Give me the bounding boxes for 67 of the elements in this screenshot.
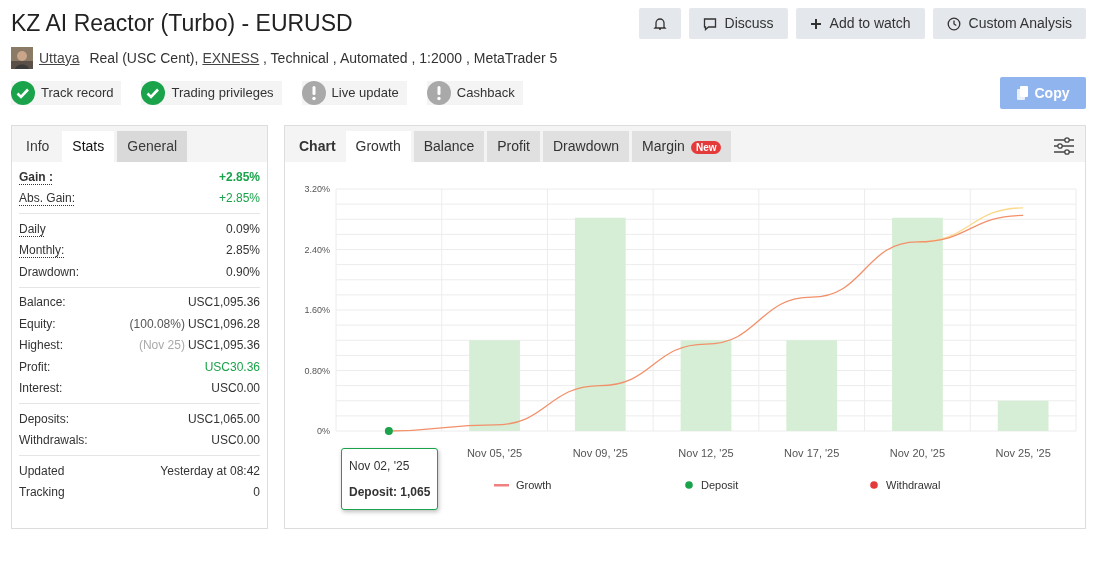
tab[interactable]: Drawdown <box>542 131 630 162</box>
stat-label: Highest: <box>19 337 64 355</box>
stat-value: USC1,095.36 <box>187 295 260 310</box>
tab[interactable]: Stats <box>62 131 115 162</box>
tooltip-value: Deposit: 1,065 <box>349 484 431 501</box>
stat-value: USC1,095.36 <box>187 338 260 353</box>
status-badge: Cashback <box>426 81 523 105</box>
axis-label: 2.40% <box>304 244 330 255</box>
page-title: KZ AI Reactor (Turbo) - EURUSD <box>11 9 353 38</box>
stat-value: USC0.00 <box>211 381 260 396</box>
axis-label: Nov 09, '25 <box>572 447 628 459</box>
stat-label: Updated <box>19 462 65 480</box>
stat-label: Balance: <box>19 294 66 312</box>
stat-label: Tracking <box>19 484 65 502</box>
stat-label: Interest: <box>19 380 63 398</box>
stat-value: 0 <box>253 485 260 500</box>
stat-value: USC30.36 <box>204 359 260 374</box>
legend-label: Growth <box>516 479 552 491</box>
axis-label: Nov 05, '25 <box>466 447 523 459</box>
tooltip-date: Nov 02, '25 <box>349 458 411 475</box>
stat-value: +2.85% <box>218 169 260 184</box>
tab[interactable]: General <box>117 131 188 162</box>
axis-label: Nov 20, '25 <box>889 447 946 459</box>
stat-label: Drawdown: <box>19 263 80 281</box>
account-details: , Technical , Automated , 1:2000 , MetaTrader 5 <box>262 48 558 68</box>
axis-label: Nov 12, '25 <box>678 447 734 459</box>
user-link[interactable]: Uttaya <box>39 47 80 69</box>
stat-label: Monthly: <box>19 242 65 260</box>
stat-label: Daily <box>19 220 46 238</box>
legend-label: Withdrawal <box>886 479 941 491</box>
axis-label: 1.60% <box>304 305 330 315</box>
axis-label: Nov 17, '25 <box>784 447 840 459</box>
legend-label: Deposit <box>701 479 739 491</box>
axis-label: Nov 25, '25 <box>995 447 1051 459</box>
axis-label: 0.80% <box>304 365 330 376</box>
stat-label: Equity: <box>19 315 56 333</box>
stat-note: (Nov 25) <box>138 338 185 353</box>
header-button[interactable]: Add to watch <box>795 8 925 39</box>
account-type: Real (USC Cent), <box>89 48 199 68</box>
stat-value: +2.85% <box>218 191 260 206</box>
stat-label: Gain : <box>19 168 53 186</box>
stat-label: Withdrawals: <box>19 432 88 450</box>
status-badge: Live update <box>301 81 407 105</box>
chart-label: Chart <box>298 136 337 156</box>
stat-value: USC1,096.28 <box>187 316 260 331</box>
header-button[interactable]: Custom Analysis <box>932 8 1086 39</box>
stat-value: 2.85% <box>225 243 260 258</box>
stat-value: USC0.00 <box>211 433 260 448</box>
status-badge: Trading privileges <box>141 81 282 105</box>
stat-value: 0.09% <box>225 221 260 236</box>
stat-note: (100.08%) <box>129 316 185 331</box>
tab[interactable]: Balance <box>413 131 485 162</box>
tab[interactable]: Growth <box>345 131 411 162</box>
stat-value: 0.90% <box>225 264 260 279</box>
stat-label: Deposits: <box>19 410 70 428</box>
stat-value: Yesterday at 08:42 <box>160 463 260 478</box>
tab[interactable]: Profit <box>487 131 540 162</box>
axis-label: 3.20% <box>304 184 330 194</box>
status-badge: Track record <box>11 81 122 105</box>
tab[interactable]: Margin New <box>632 131 732 162</box>
stat-label: Profit: <box>19 358 51 376</box>
stat-value: USC1,065.00 <box>187 411 260 426</box>
new-badge: New <box>690 141 722 154</box>
broker-link[interactable]: EXNESS <box>202 47 260 69</box>
axis-label: 0% <box>317 426 330 436</box>
header-button[interactable]: Discuss <box>688 8 788 39</box>
stat-label: Abs. Gain: <box>19 190 76 208</box>
